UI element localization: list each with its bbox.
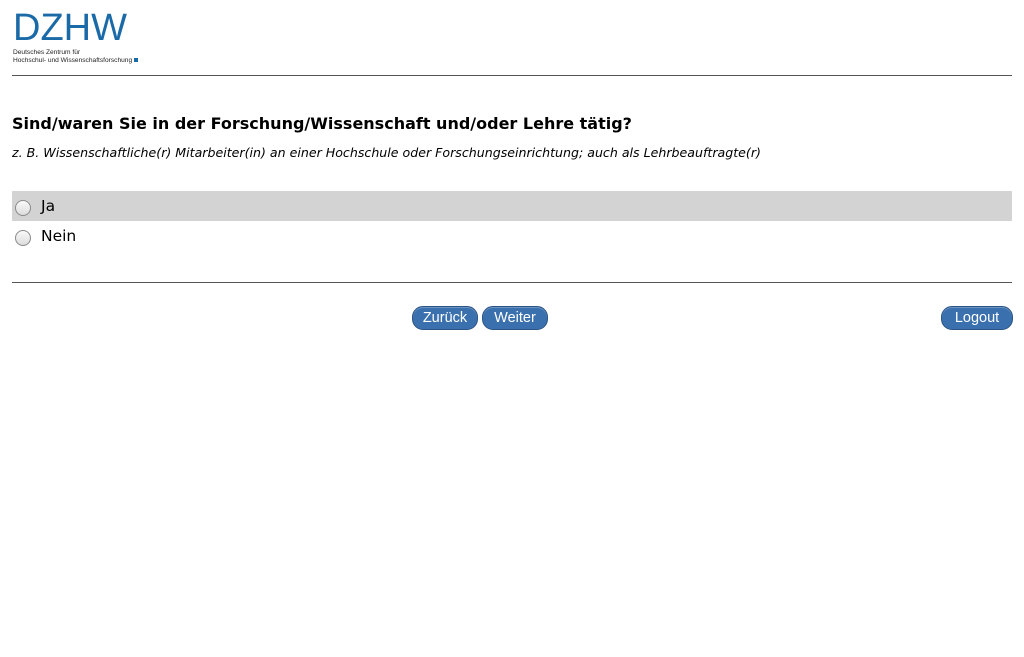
option-nein-label[interactable]: Nein	[41, 227, 76, 245]
logo-subtitle-line2: Hochschul- und Wissenschaftsforschung	[13, 57, 145, 65]
logo-subtitle-line2-text: Hochschul- und Wissenschaftsforschung	[13, 57, 133, 64]
back-button[interactable]: Zurück	[412, 306, 478, 330]
logo-mark: DZHW	[13, 7, 127, 49]
question-hint: z. B. Wissenschaftliche(r) Mitarbeiter(i…	[12, 145, 761, 160]
option-ja[interactable]: Ja	[12, 191, 1012, 221]
logo-subtitle-line1: Deutsches Zentrum für	[13, 49, 81, 56]
header-divider	[12, 75, 1012, 76]
option-nein[interactable]: Nein	[12, 221, 1012, 251]
footer-divider	[12, 282, 1012, 283]
option-ja-label[interactable]: Ja	[41, 197, 55, 215]
dzhw-logo: DZHW Deutsches Zentrum für Hochschul- un…	[13, 9, 145, 67]
logout-button[interactable]: Logout	[941, 306, 1013, 330]
question-title: Sind/waren Sie in der Forschung/Wissensc…	[12, 114, 632, 133]
next-button[interactable]: Weiter	[482, 306, 548, 330]
radio-nein[interactable]	[15, 230, 31, 246]
logo-square-icon	[134, 58, 139, 63]
radio-ja[interactable]	[15, 200, 31, 216]
survey-page: DZHW Deutsches Zentrum für Hochschul- un…	[0, 0, 1024, 657]
